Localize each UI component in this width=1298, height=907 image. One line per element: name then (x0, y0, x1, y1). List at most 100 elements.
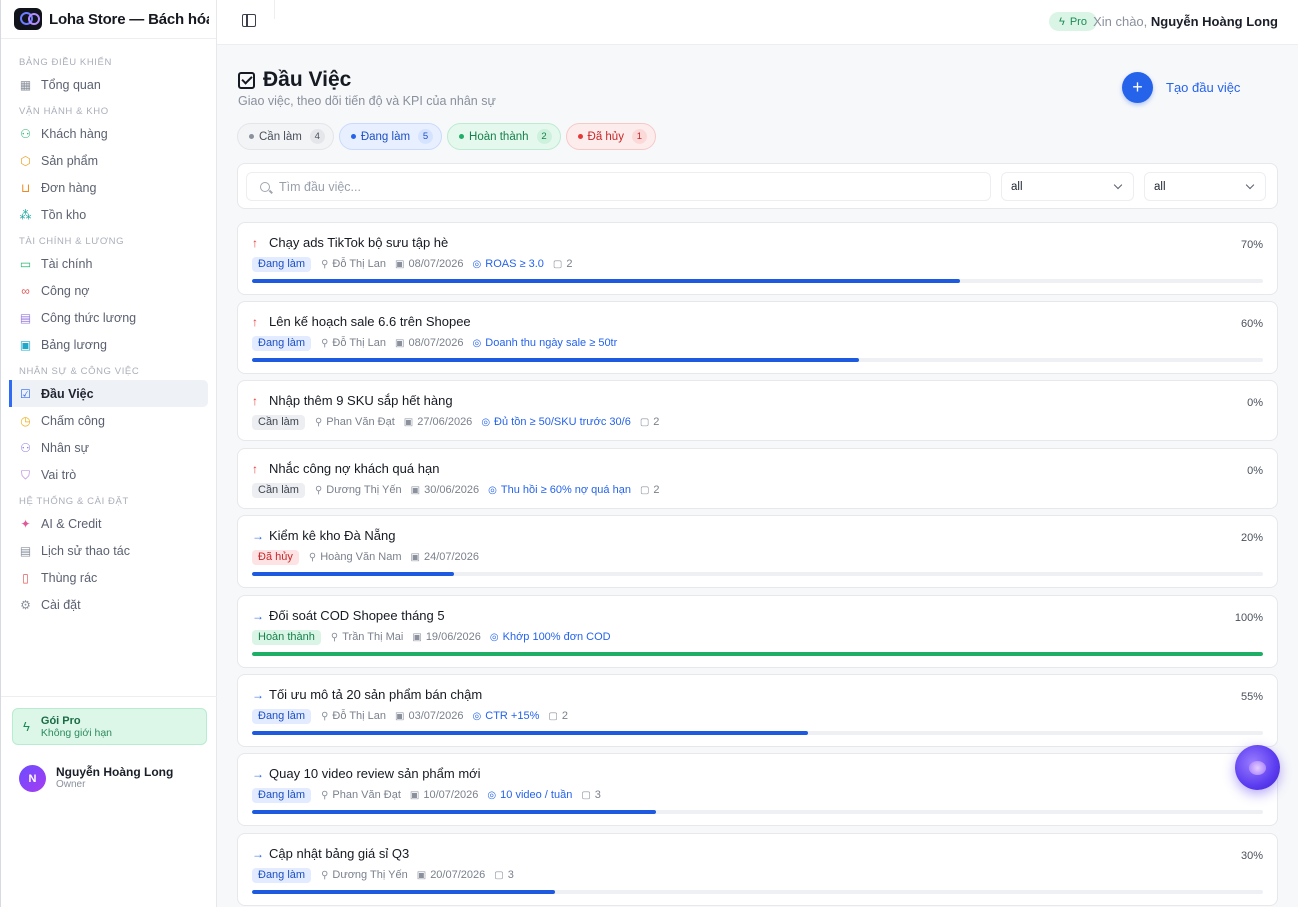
status-badge: Đang làm (252, 867, 312, 883)
task-comments[interactable]: ▢ 3 (581, 789, 601, 801)
nav-section-label: VẬN HÀNH & KHO (19, 106, 109, 117)
task-card[interactable]: ↑ Lên kế hoạch sale 6.6 trên Shopee 60% Đan… (237, 301, 1278, 374)
task-card[interactable]: → Tối ưu mô tả 20 sản phẩm bán chậm 55% Đan… (237, 674, 1278, 747)
task-title: ↑ Nhắc công nợ khách quá hạn (252, 461, 439, 476)
sidebar-item[interactable]: ▤ Công thức lương (9, 304, 208, 331)
sidebar-item[interactable]: ✦ AI & Credit (9, 510, 208, 537)
user-icon: ⚲ (321, 337, 329, 349)
task-due-date-text: 08/07/2026 (408, 258, 464, 270)
task-comments[interactable]: ▢ 2 (553, 258, 573, 270)
target-icon: ◎ (481, 416, 491, 428)
search-icon (260, 181, 270, 192)
task-card[interactable]: ↑ Chạy ads TikTok bộ sưu tập hè 70% Đang là… (237, 222, 1278, 295)
sidebar-item[interactable]: ☑ Đầu Việc (9, 380, 208, 407)
sidebar-item[interactable]: ▯ Thùng rác (9, 564, 208, 591)
task-card[interactable]: ↑ Nhắc công nợ khách quá hạn 0% Cần làm ⚲ Dươ… (237, 448, 1278, 509)
task-comments[interactable]: ▢ 2 (640, 416, 660, 428)
plan-subtitle: Không giới hạn (40, 726, 112, 739)
sidebar-item[interactable]: ⊔ Đơn hàng (9, 174, 208, 201)
task-meta: Hoàn thành ⚲ Trần Thị Mai ▣ 19/06/2026 ◎ Khớp … (252, 629, 620, 645)
sidebar-item[interactable]: ▦ Tổng quan (9, 71, 208, 98)
sidebar-item[interactable]: ▤ Lịch sử thao tác (9, 537, 208, 564)
status-chip-cancel[interactable]: Đã hủy 1 (565, 123, 656, 150)
task-comments[interactable]: ▢ 2 (640, 484, 660, 496)
user-icon: ⚲ (321, 258, 329, 270)
assignee-select[interactable]: all (1144, 172, 1266, 201)
task-card[interactable]: → Cập nhật bảng giá sỉ Q3 30% Đang làm ⚲ Dươn… (237, 833, 1278, 906)
sidebar-item[interactable]: ◷ Chấm công (9, 407, 208, 434)
task-card[interactable]: ↑ Nhập thêm 9 SKU sắp hết hàng 0% Cần làm ⚲ P… (237, 380, 1278, 441)
comment-icon: ▢ (548, 710, 558, 722)
task-card[interactable]: → Kiểm kê kho Đà Nẵng 20% Đã hủy ⚲ Hoàng Văn … (237, 515, 1278, 588)
search-box[interactable] (246, 172, 991, 201)
task-assignee: ⚲ Đỗ Thị Lan (321, 337, 386, 349)
user-profile[interactable]: N Nguyễn Hoàng Long Owner (19, 765, 173, 792)
user-name: Nguyễn Hoàng Long (56, 765, 174, 779)
task-progress-track (252, 358, 1263, 362)
sidebar-item[interactable]: ▣ Bảng lương (9, 331, 208, 358)
status-badge: Đang làm (252, 787, 312, 803)
ai-assistant-button[interactable] (1235, 745, 1280, 790)
sidebar-item-label: Công nợ (41, 283, 90, 298)
sidebar-item[interactable]: ⚇ Nhân sự (9, 434, 208, 461)
sidebar-item[interactable]: ⁂ Tồn kho (9, 201, 208, 228)
sidebar-item[interactable]: ⛉ Vai trò (9, 461, 208, 488)
card-icon: ▣ (19, 337, 32, 352)
sidebar-toggle-icon[interactable] (242, 14, 256, 27)
task-comments[interactable]: ▢ 2 (548, 710, 568, 722)
task-due-date-text: 10/07/2026 (423, 789, 479, 801)
status-badge: Đang làm (252, 708, 312, 724)
sidebar-item[interactable]: ▭ Tài chính (9, 250, 208, 277)
task-meta: Đang làm ⚲ Đỗ Thị Lan ▣ 03/07/2026 ◎ CTR +15% ▢… (252, 708, 577, 724)
shield-icon: ⛉ (20, 467, 30, 482)
task-title: ↑ Lên kế hoạch sale 6.6 trên Shopee (252, 314, 471, 329)
greeting-user-name: Nguyễn Hoàng Long (1150, 14, 1278, 29)
task-comment-count: 3 (594, 789, 601, 801)
task-progress-percent: 20% (1240, 532, 1263, 544)
history-icon: ▤ (19, 543, 32, 558)
sparkles-icon: ✦ (20, 516, 31, 531)
sidebar-item-label: Lịch sử thao tác (41, 543, 130, 558)
brand[interactable]: Loha Store — Bách hóa ... (1, 0, 216, 39)
task-title: → Đối soát COD Shopee tháng 5 (252, 608, 445, 623)
calendar-icon: ▣ (410, 551, 420, 563)
task-assignee-name: Trần Thị Mai (342, 631, 404, 643)
checkbox-icon (238, 71, 255, 89)
sidebar-item[interactable]: ⚙ Cài đặt (9, 591, 208, 618)
task-kpi: ◎ Thu hồi ≥ 60% nợ quá hạn (488, 484, 631, 496)
task-progress-percent: 0% (1247, 397, 1263, 409)
task-progress-track (252, 731, 1263, 735)
task-comment-count: 2 (653, 484, 660, 496)
task-assignee: ⚲ Phan Văn Đạt (321, 789, 401, 801)
plan-badge-label: Pro (1069, 15, 1087, 28)
task-meta: Đang làm ⚲ Phan Văn Đạt ▣ 10/07/2026 ◎ 10 vide… (252, 787, 610, 803)
sidebar-item[interactable]: ∞ Công nợ (9, 277, 208, 304)
task-progress-track (252, 572, 1263, 576)
create-task-label: Tạo đầu việc (1166, 80, 1241, 95)
nav-section-label: TÀI CHÍNH & LƯƠNG (19, 236, 125, 247)
task-card[interactable]: → Đối soát COD Shopee tháng 5 100% Hoàn thà… (237, 595, 1278, 668)
status-chip-done[interactable]: Hoàn thành 2 (447, 123, 561, 150)
task-card[interactable]: → Quay 10 video review sản phẩm mới Đang l… (237, 753, 1278, 826)
comment-icon: ▢ (581, 789, 591, 801)
task-due-date: ▣ 27/06/2026 (404, 416, 473, 428)
plus-icon: + (1122, 72, 1153, 103)
status-chip-todo[interactable]: Cần làm 4 (237, 123, 334, 150)
sidebar-item[interactable]: ⚇ Khách hàng (9, 120, 208, 147)
sidebar-item[interactable]: ⬡ Sản phẩm (9, 147, 208, 174)
search-input[interactable] (279, 179, 959, 194)
task-due-date: ▣ 08/07/2026 (395, 337, 464, 349)
plan-card[interactable]: ϟ Gói Pro Không giới hạn (12, 708, 207, 745)
task-comments[interactable]: ▢ 3 (494, 869, 514, 881)
status-chip-count: 5 (418, 129, 434, 144)
plan-badge[interactable]: ϟ Pro (1049, 12, 1097, 31)
task-kpi-text: Doanh thu ngày sale ≥ 50tr (485, 337, 618, 349)
status-select[interactable]: all (1001, 172, 1134, 201)
status-chip-doing[interactable]: Đang làm 5 (338, 123, 443, 150)
wallet-icon: ▭ (19, 256, 32, 271)
create-task-button[interactable]: + Tạo đầu việc (1122, 72, 1240, 103)
task-progress-percent: 0% (1247, 465, 1263, 477)
task-progress-fill (252, 279, 960, 283)
task-meta: Đã hủy ⚲ Hoàng Văn Nam ▣ 24/07/2026 (252, 549, 488, 565)
bolt-icon: ϟ (23, 719, 30, 734)
